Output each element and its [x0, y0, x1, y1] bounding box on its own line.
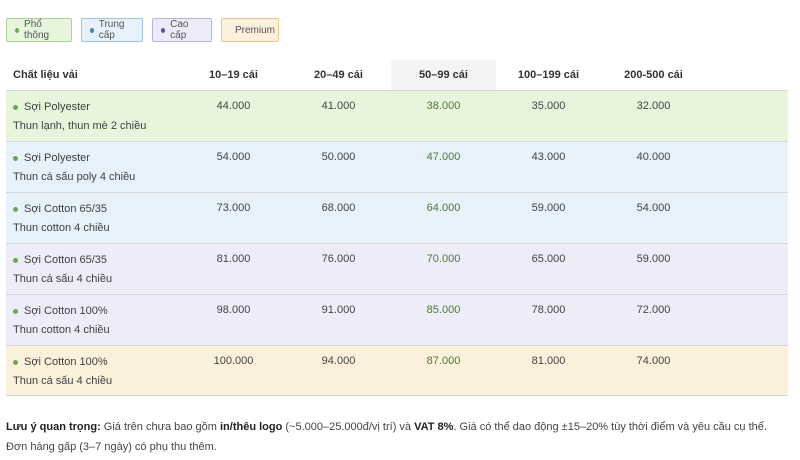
price-cell: 59.000	[531, 202, 566, 214]
price-cell: 68.000	[321, 202, 356, 214]
price-cell: 73.000	[216, 202, 251, 214]
header-qty-50-99: 50–99 cái	[391, 60, 496, 90]
legend-badge-intermediate: Trung cấp	[81, 18, 143, 42]
bullet-icon	[13, 206, 18, 212]
price-cell: 54.000	[636, 202, 671, 214]
legend-dot-basic	[15, 27, 20, 33]
bullet-icon	[13, 308, 18, 314]
material-name: Sợi Cotton 100%	[24, 356, 108, 368]
table-row: Sợi Cotton 100% Thun cá sấu 4 chiều 100.…	[6, 345, 788, 396]
fabric-name: Thun cá sấu poly 4 chiều	[13, 171, 136, 183]
material-cell: Sợi Cotton 100% Thun cá sấu 4 chiều	[6, 346, 181, 395]
material-name: Sợi Polyester	[24, 101, 90, 113]
material-name: Sợi Cotton 65/35	[24, 203, 108, 215]
header-qty-100-199: 100–199 cái	[517, 69, 580, 81]
table-header: Chất liệu vải 10–19 cái 20–49 cái 50–99 …	[6, 60, 788, 90]
tier-legend: Phổ thông Trung cấp Cao cấp Premium	[6, 18, 279, 42]
price-cell: 54.000	[216, 151, 251, 163]
price-cell: 94.000	[321, 355, 356, 367]
note-prefix: Lưu ý quan trọng:	[6, 421, 101, 433]
price-cell: 40.000	[636, 151, 671, 163]
material-cell: Sợi Cotton 65/35 Thun cotton 4 chiều	[6, 193, 181, 243]
material-cell: Sợi Polyester Thun cá sấu poly 4 chiều	[6, 142, 181, 192]
price-cell: 72.000	[636, 304, 671, 316]
price-cell: 41.000	[321, 100, 356, 112]
fabric-name: Thun lạnh, thun mè 2 chiều	[13, 120, 147, 132]
legend-label-advanced: Cao cấp	[170, 19, 189, 41]
header-qty-200-500: 200-500 cái	[624, 69, 683, 81]
table-row: Sợi Polyester Thun lạnh, thun mè 2 chiều…	[6, 90, 788, 141]
table-row: Sợi Cotton 100% Thun cotton 4 chiều 98.0…	[6, 294, 788, 345]
note-text-1: Giá trên chưa bao gồm	[100, 421, 220, 433]
legend-badge-advanced: Cao cấp	[152, 18, 212, 42]
legend-badge-basic: Phổ thông	[6, 18, 72, 42]
bullet-icon	[13, 155, 18, 161]
price-cell: 74.000	[636, 355, 671, 367]
header-qty-10-19: 10–19 cái	[209, 69, 258, 81]
price-cell: 44.000	[216, 100, 251, 112]
price-cell: 43.000	[531, 151, 566, 163]
table-row: Sợi Cotton 65/35 Thun cá sấu 4 chiều 81.…	[6, 243, 788, 294]
material-name: Sợi Cotton 65/35	[24, 254, 108, 266]
price-cell: 70.000	[426, 253, 461, 265]
price-cell: 50.000	[321, 151, 356, 163]
note-text-2: (~5.000–25.000đ/vị trí) và	[282, 421, 415, 433]
note-vat-bold: VAT 8%	[414, 421, 454, 433]
material-cell: Sợi Polyester Thun lạnh, thun mè 2 chiều	[6, 91, 181, 141]
price-cell: 47.000	[426, 151, 461, 163]
price-cell: 76.000	[321, 253, 356, 265]
material-cell: Sợi Cotton 65/35 Thun cá sấu 4 chiều	[6, 244, 181, 294]
price-table: Chất liệu vải 10–19 cái 20–49 cái 50–99 …	[6, 60, 788, 396]
price-cell: 98.000	[216, 304, 251, 316]
price-cell: 64.000	[426, 202, 461, 214]
fabric-name: Thun cá sấu 4 chiều	[13, 273, 113, 285]
material-name: Sợi Polyester	[24, 152, 90, 164]
material-cell: Sợi Cotton 100% Thun cotton 4 chiều	[6, 295, 181, 345]
price-cell: 35.000	[531, 100, 566, 112]
header-material: Chất liệu vải	[13, 69, 78, 81]
legend-dot-intermediate	[90, 27, 94, 33]
legend-badge-premium: Premium	[221, 18, 279, 42]
price-cell: 59.000	[636, 253, 671, 265]
price-cell: 81.000	[216, 253, 251, 265]
price-cell: 38.000	[426, 100, 461, 112]
fabric-name: Thun cotton 4 chiều	[13, 222, 110, 234]
price-cell: 100.000	[213, 355, 254, 367]
price-cell: 87.000	[426, 355, 461, 367]
price-cell: 91.000	[321, 304, 356, 316]
table-row: Sợi Polyester Thun cá sấu poly 4 chiều 5…	[6, 141, 788, 192]
price-cell: 85.000	[426, 304, 461, 316]
price-cell: 65.000	[531, 253, 566, 265]
price-cell: 78.000	[531, 304, 566, 316]
important-note: Lưu ý quan trọng: Giá trên chưa bao gồm …	[6, 417, 788, 457]
fabric-name: Thun cá sấu 4 chiều	[13, 375, 113, 387]
fabric-name: Thun cotton 4 chiều	[13, 324, 110, 336]
legend-dot-advanced	[161, 27, 166, 33]
material-name: Sợi Cotton 100%	[24, 305, 108, 317]
bullet-icon	[13, 104, 18, 110]
bullet-icon	[13, 359, 18, 365]
table-row: Sợi Cotton 65/35 Thun cotton 4 chiều 73.…	[6, 192, 788, 243]
bullet-icon	[13, 257, 18, 263]
legend-label-basic: Phổ thông	[24, 19, 50, 41]
header-qty-20-49: 20–49 cái	[314, 69, 363, 81]
price-cell: 32.000	[636, 100, 671, 112]
note-logo-bold: in/thêu logo	[220, 421, 283, 433]
price-cell: 81.000	[531, 355, 566, 367]
legend-label-intermediate: Trung cấp	[98, 19, 125, 41]
legend-label-premium: Premium	[235, 24, 276, 36]
